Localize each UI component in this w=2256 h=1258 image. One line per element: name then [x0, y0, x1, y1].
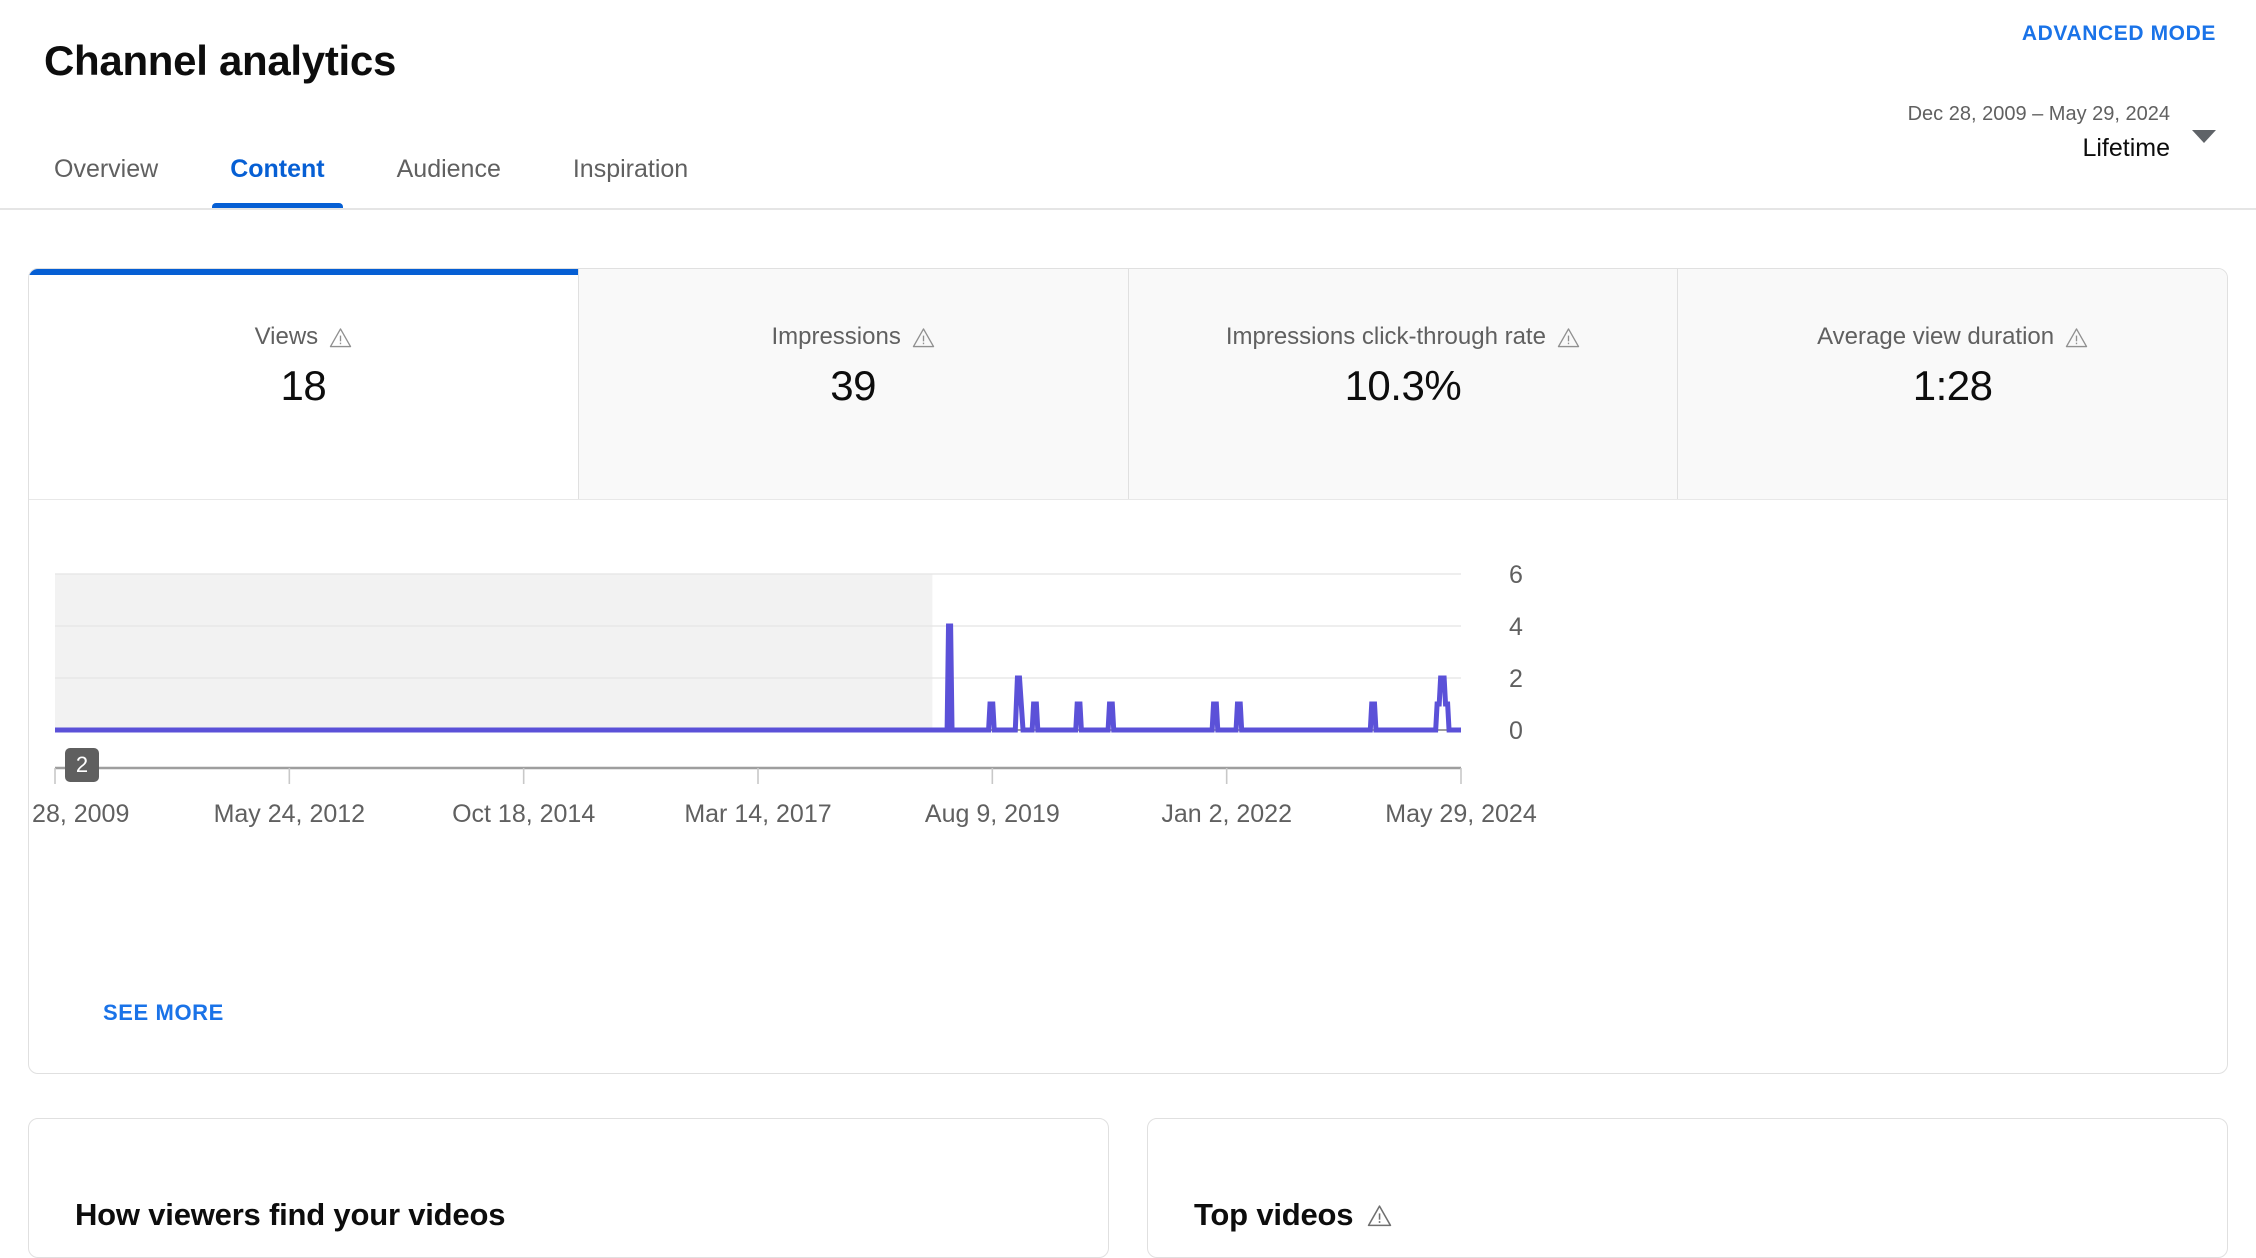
- metric-card-impressions-ctr[interactable]: Impressions click-through rate 10.3%: [1128, 269, 1679, 499]
- bottom-cards-row: How viewers find your videos Top videos: [28, 1118, 2228, 1258]
- chart-x-tick-label: May 29, 2024: [1385, 800, 1537, 828]
- analytics-tabs: Overview Content Audience Inspiration: [40, 155, 742, 210]
- metric-strip: Views 18 Impressions 39 Impressions clic…: [29, 269, 2227, 500]
- warning-icon[interactable]: [912, 327, 935, 348]
- warning-icon[interactable]: [329, 327, 352, 348]
- metric-card-impressions[interactable]: Impressions 39: [578, 269, 1129, 499]
- metric-label: Average view duration: [1817, 323, 2055, 350]
- metric-label-row: Views: [29, 323, 578, 351]
- tab-inspiration[interactable]: Inspiration: [555, 155, 706, 210]
- tab-content[interactable]: Content: [212, 155, 343, 210]
- metric-selected-indicator: [579, 269, 1128, 275]
- page-header: Channel analytics ADVANCED MODE Dec 28, …: [0, 0, 2256, 210]
- see-more-button[interactable]: SEE MORE: [103, 1000, 224, 1026]
- metric-selected-indicator: [1678, 269, 2227, 275]
- chart-x-tick-label: Mar 14, 2017: [684, 800, 831, 828]
- warning-icon[interactable]: [2065, 327, 2088, 348]
- metric-card-average-view-duration[interactable]: Average view duration 1:28: [1678, 269, 2227, 499]
- metric-label: Impressions: [771, 323, 901, 350]
- metric-value: 18: [280, 362, 327, 409]
- analytics-main-card: Views 18 Impressions 39 Impressions clic…: [28, 268, 2228, 1074]
- advanced-mode-button[interactable]: ADVANCED MODE: [2022, 22, 2216, 46]
- metric-label-row: Impressions click-through rate: [1129, 323, 1678, 351]
- tab-audience[interactable]: Audience: [379, 155, 519, 210]
- warning-icon[interactable]: [1557, 327, 1580, 348]
- chart-no-data-region: [55, 574, 933, 730]
- chart-x-tick-label: Aug 9, 2019: [925, 800, 1060, 828]
- card-how-viewers-find-your-videos[interactable]: How viewers find your videos: [28, 1118, 1109, 1258]
- date-range-picker-text: Dec 28, 2009 – May 29, 2024 Lifetime: [1908, 100, 2170, 166]
- card-title-row: Top videos: [1194, 1197, 1392, 1233]
- metric-card-views[interactable]: Views 18: [29, 269, 579, 499]
- metric-label-row: Average view duration: [1678, 323, 2227, 351]
- metric-value: 39: [830, 362, 876, 409]
- chart-y-tick-label: 2: [1509, 665, 1523, 693]
- page-title: Channel analytics: [44, 37, 397, 84]
- metric-label: Views: [254, 323, 319, 350]
- chart-x-tick-label: Oct 18, 2014: [452, 800, 595, 828]
- chart-y-tick-label: 4: [1509, 613, 1523, 641]
- chart-y-tick-label: 6: [1509, 561, 1523, 589]
- chart-x-tick-label: Dec 28, 2009: [29, 800, 129, 828]
- chart-x-tick-label: May 24, 2012: [214, 800, 366, 828]
- tab-audience-label: Audience: [396, 155, 501, 183]
- chart-svg: 0 2 4 6 Dec 28, 2009 May 24, 2012 Oct 18, 2014…: [29, 561, 1537, 828]
- chart-x-tick-label: Jan 2, 2022: [1161, 800, 1292, 828]
- tab-overview[interactable]: Overview: [36, 155, 176, 210]
- tab-content-label: Content: [230, 155, 325, 183]
- views-chart[interactable]: 0 2 4 6 Dec 28, 2009 May 24, 2012 Oct 18, 2014…: [29, 500, 2227, 1073]
- card-top-videos[interactable]: Top videos: [1147, 1118, 2228, 1258]
- metric-value: 1:28: [1912, 362, 1993, 409]
- date-range-picker[interactable]: Dec 28, 2009 – May 29, 2024 Lifetime: [1908, 100, 2216, 166]
- metric-selected-indicator: [29, 269, 578, 275]
- card-title: How viewers find your videos: [75, 1197, 506, 1232]
- date-preset-label: Lifetime: [2082, 134, 2170, 162]
- metric-value: 10.3%: [1344, 362, 1462, 409]
- date-range-label: Dec 28, 2009 – May 29, 2024: [1907, 103, 2170, 125]
- tab-overview-label: Overview: [54, 155, 159, 183]
- chart-no-data-badge-label: 2: [76, 752, 88, 777]
- chart-canvas: 0 2 4 6 Dec 28, 2009 May 24, 2012 Oct 18, 2014…: [29, 500, 2227, 1073]
- chart-y-tick-label: 0: [1509, 717, 1523, 745]
- tab-inspiration-label: Inspiration: [572, 155, 689, 183]
- metric-label-row: Impressions: [579, 323, 1128, 351]
- chevron-down-icon[interactable]: [2192, 130, 2216, 143]
- card-title-row: How viewers find your videos: [75, 1197, 505, 1233]
- header-divider: [0, 208, 2256, 210]
- metric-selected-indicator: [1129, 269, 1678, 275]
- card-title: Top videos: [1194, 1197, 1354, 1232]
- metric-label: Impressions click-through rate: [1225, 323, 1546, 350]
- warning-icon[interactable]: [1367, 1204, 1392, 1227]
